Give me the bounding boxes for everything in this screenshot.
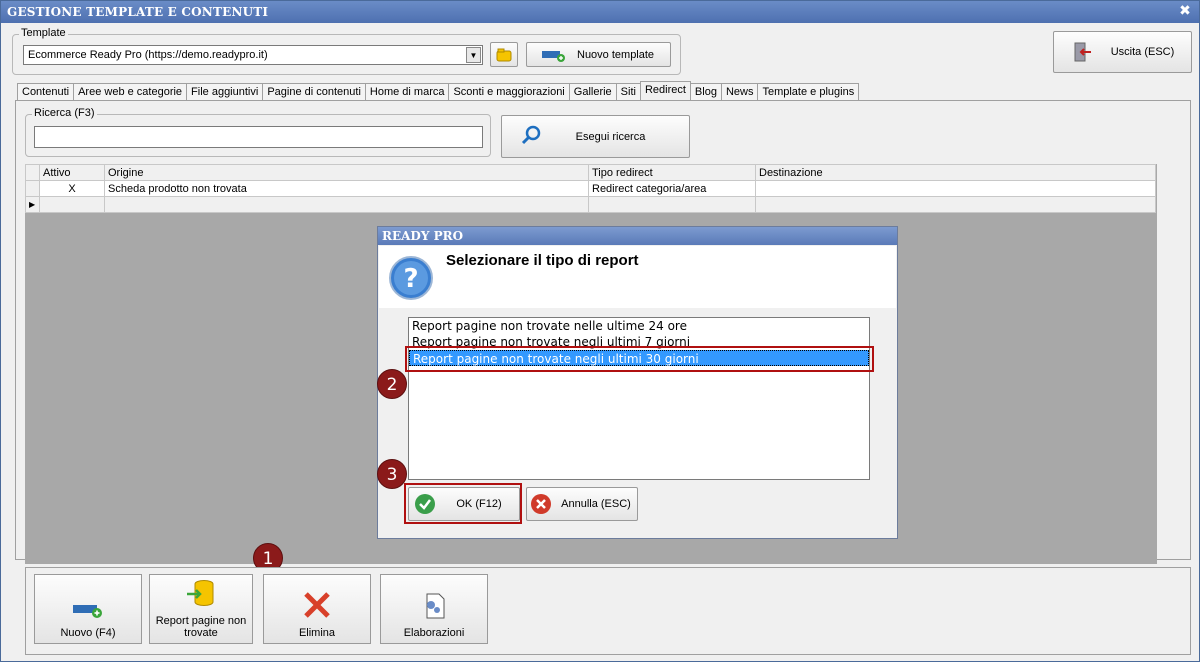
column-header-tipo[interactable]: Tipo redirect	[588, 164, 756, 181]
database-export-icon	[187, 580, 214, 606]
tab-redirect[interactable]: Redirect	[639, 81, 691, 101]
search-input[interactable]	[34, 126, 483, 148]
redirect-table: Attivo Origine Tipo redirect Destinazion…	[25, 164, 1156, 213]
search-legend: Ricerca (F3)	[32, 107, 97, 119]
cell-destinazione[interactable]	[755, 180, 1156, 197]
tab-sconti[interactable]: Sconti e maggiorazioni	[448, 83, 570, 101]
dialog-header: ? Selezionare il tipo di report	[379, 246, 896, 308]
exit-door-icon	[1074, 42, 1091, 62]
cell-empty[interactable]	[755, 196, 1156, 213]
cell-attivo[interactable]: X	[39, 180, 105, 197]
row-header-corner	[25, 164, 40, 181]
row-header	[25, 180, 40, 197]
folder-icon	[496, 48, 512, 61]
open-folder-button[interactable]	[490, 42, 518, 67]
tab-home-di-marca[interactable]: Home di marca	[364, 83, 450, 101]
delete-button-label: Elimina	[298, 627, 336, 639]
process-button-label: Elaborazioni	[403, 627, 465, 639]
new-button-label: Nuovo (F4)	[60, 627, 116, 639]
tab-template-plugins[interactable]: Template e plugins	[757, 83, 860, 101]
svg-text:?: ?	[403, 264, 418, 294]
step-badge-3: 3	[377, 459, 407, 489]
column-header-origine[interactable]: Origine	[104, 164, 589, 181]
cell-origine[interactable]: Scheda prodotto non trovata	[104, 180, 589, 197]
new-template-label: Nuovo template	[577, 48, 655, 61]
tab-blog[interactable]: Blog	[689, 83, 722, 101]
add-icon	[73, 605, 102, 618]
delete-x-icon	[304, 592, 330, 618]
window-title: GESTIONE TEMPLATE E CONTENUTI	[7, 5, 269, 19]
template-legend: Template	[19, 27, 68, 39]
chevron-down-icon[interactable]: ▼	[466, 47, 481, 63]
tab-file-aggiuntivi[interactable]: File aggiuntivi	[186, 83, 264, 101]
table-row[interactable]: X Scheda prodotto non trovata Redirect c…	[25, 180, 1156, 197]
close-icon[interactable]: ✖	[1179, 3, 1191, 19]
cell-empty[interactable]	[588, 196, 756, 213]
exit-button[interactable]: Uscita (ESC)	[1053, 31, 1192, 73]
tab-contenuti[interactable]: Contenuti	[17, 83, 75, 101]
main-window: GESTIONE TEMPLATE E CONTENUTI ✖ Template…	[0, 0, 1200, 662]
search-icon	[521, 125, 541, 145]
cancel-label: Annulla (ESC)	[561, 498, 631, 510]
tab-strip: Contenuti Aree web e categorie File aggi…	[17, 81, 860, 101]
search-button-label: Esegui ricerca	[575, 130, 646, 143]
cell-empty[interactable]	[39, 196, 105, 213]
window-titlebar: GESTIONE TEMPLATE E CONTENUTI ✖	[1, 1, 1199, 23]
new-template-button[interactable]: Nuovo template	[526, 42, 671, 67]
delete-button[interactable]: Elimina	[263, 574, 371, 644]
report-not-found-button[interactable]: Report pagine non trovate	[149, 574, 253, 644]
tab-siti[interactable]: Siti	[615, 83, 641, 101]
tab-gallerie[interactable]: Gallerie	[568, 83, 617, 101]
dialog-heading: Selezionare il tipo di report	[446, 252, 639, 269]
cell-empty[interactable]	[104, 196, 589, 213]
column-header-attivo[interactable]: Attivo	[39, 164, 105, 181]
highlight-selected-option	[405, 346, 874, 372]
new-button[interactable]: Nuovo (F4)	[34, 574, 142, 644]
tab-pagine-contenuti[interactable]: Pagine di contenuti	[262, 83, 366, 101]
cell-tipo[interactable]: Redirect categoria/area	[588, 180, 756, 197]
highlight-ok-button	[404, 483, 522, 524]
cancel-button[interactable]: Annulla (ESC)	[526, 487, 638, 521]
template-select[interactable]: Ecommerce Ready Pro (https://demo.readyp…	[23, 45, 483, 65]
template-select-value: Ecommerce Ready Pro (https://demo.readyp…	[28, 49, 268, 61]
question-icon: ?	[389, 256, 433, 300]
search-button[interactable]: Esegui ricerca	[501, 115, 690, 158]
step-badge-2: 2	[377, 369, 407, 399]
current-row-arrow-icon: ▶	[25, 196, 40, 213]
cancel-icon	[531, 494, 551, 514]
list-item[interactable]: Report pagine non trovate nelle ultime 2…	[409, 318, 869, 334]
exit-label: Uscita (ESC)	[1110, 46, 1175, 58]
document-gears-icon	[426, 593, 445, 619]
tab-aree-web[interactable]: Aree web e categorie	[73, 83, 188, 101]
process-button[interactable]: Elaborazioni	[380, 574, 488, 644]
report-type-list[interactable]: Report pagine non trovate nelle ultime 2…	[408, 317, 870, 480]
add-template-icon	[542, 50, 565, 62]
column-header-destinazione[interactable]: Destinazione	[755, 164, 1156, 181]
table-row-new[interactable]: ▶	[25, 196, 1156, 213]
tab-news[interactable]: News	[720, 83, 759, 101]
dialog-title: READY PRO	[378, 227, 897, 245]
report-button-label: Report pagine non trovate	[155, 615, 247, 639]
